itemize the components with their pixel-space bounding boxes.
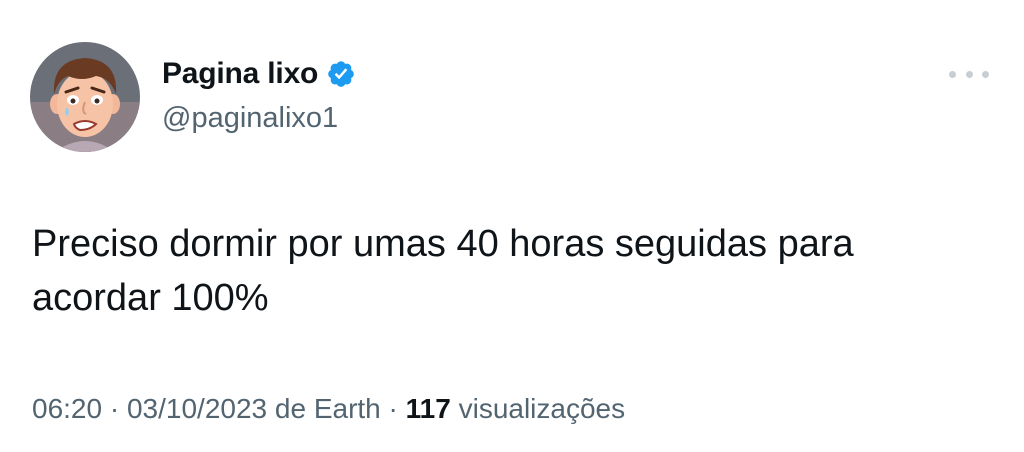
cartoon-face-avatar-icon <box>30 42 140 152</box>
tweet-source: de Earth <box>274 393 381 424</box>
views-label: visualizações <box>458 393 626 424</box>
tweet-meta: 06:20 · 03/10/2023 de Earth · 117 visual… <box>32 393 625 425</box>
verified-badge-icon <box>326 59 356 89</box>
meta-separator: · <box>109 393 120 424</box>
views-count[interactable]: 117 <box>406 393 451 424</box>
more-options-icon[interactable] <box>949 62 989 86</box>
tweet-date[interactable]: 03/10/2023 <box>127 393 267 424</box>
tweet-card: Pagina lixo @paginalixo1 Preciso dormir … <box>0 0 1024 452</box>
author-display-name[interactable]: Pagina lixo <box>162 57 318 91</box>
avatar[interactable] <box>30 42 140 152</box>
more-dot <box>982 70 989 78</box>
more-dot <box>965 70 973 78</box>
tweet-text: Preciso dormir por umas 40 horas seguida… <box>32 223 854 319</box>
more-dot <box>949 70 956 78</box>
tweet-time[interactable]: 06:20 <box>32 393 102 424</box>
author-name-row: Pagina lixo <box>162 52 356 96</box>
meta-separator: · <box>388 393 398 424</box>
author-handle[interactable]: @paginalixo1 <box>162 102 338 135</box>
